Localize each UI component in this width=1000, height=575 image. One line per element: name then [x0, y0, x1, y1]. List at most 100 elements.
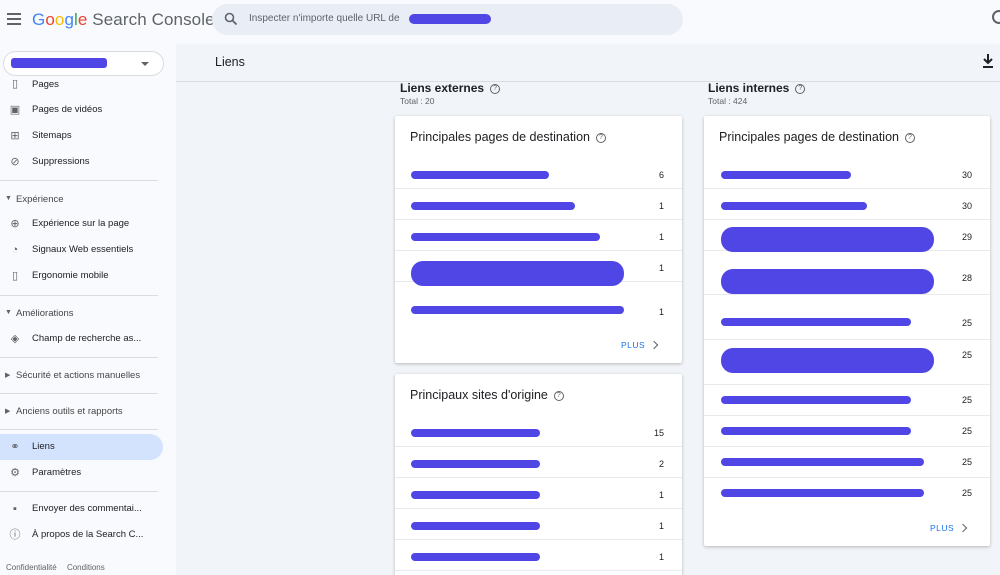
table-row[interactable]: 25: [704, 295, 990, 340]
sidebar-item-about[interactable]: ⓘ À propos de la Search C...: [0, 522, 176, 548]
external-links-total: Total : 20: [400, 96, 435, 106]
redacted-url: [721, 427, 911, 435]
terms-link[interactable]: Conditions: [67, 563, 105, 572]
privacy-link[interactable]: Confidentialité: [6, 563, 57, 572]
help-icon[interactable]: ?: [795, 83, 806, 94]
card-title: Principaux sites d'origine?: [410, 388, 564, 402]
table-row[interactable]: 25: [704, 340, 990, 385]
download-icon[interactable]: [982, 53, 994, 69]
pages-icon: ▯: [11, 78, 19, 90]
redacted-site: [411, 522, 540, 530]
link-count: 25: [961, 488, 972, 498]
caret-right-icon: ▶: [5, 372, 11, 379]
app-logo[interactable]: Google Search Console: [32, 10, 215, 30]
sidebar-item-settings[interactable]: ⚙ Paramètres: [0, 460, 176, 486]
logo-letter: g: [64, 10, 75, 29]
section-legacy-tools[interactable]: ▶ Anciens outils et rapports: [0, 400, 176, 422]
sidebar-item-page-experience[interactable]: ⊕ Expérience sur la page: [0, 211, 176, 237]
help-icon[interactable]: ?: [553, 390, 564, 401]
sidebar-item-core-web-vitals[interactable]: ◔ Signaux Web essentiels: [0, 237, 176, 263]
section-label: Expérience: [16, 194, 64, 205]
redacted-url: [721, 489, 924, 497]
chevron-right-icon[interactable]: [649, 340, 659, 350]
sidebar-item-removals[interactable]: ⊘ Suppressions: [0, 149, 176, 175]
table-row[interactable]: 1: [395, 220, 682, 251]
sidebar-item-links[interactable]: ⚭ Liens: [0, 434, 163, 460]
section-enhancements[interactable]: ▼ Améliorations: [0, 302, 176, 324]
sidebar-item-sitelinks-searchbox[interactable]: ◈ Champ de recherche as...: [0, 326, 176, 352]
help-icon[interactable]: ?: [904, 132, 915, 143]
table-row[interactable]: 1: [395, 478, 682, 509]
section-experience[interactable]: ▼ Expérience: [0, 188, 176, 210]
link-count: 1: [658, 263, 664, 273]
redacted-url: [411, 233, 600, 241]
more-link[interactable]: PLUS: [621, 340, 645, 350]
search-icon: [224, 12, 238, 26]
sidebar-item-mobile-usability[interactable]: ▯ Ergonomie mobile: [0, 263, 176, 289]
table-row[interactable]: 2: [395, 447, 682, 478]
more-link[interactable]: PLUS: [930, 523, 954, 533]
sidebar-item-label: Pages de vidéos: [32, 104, 103, 115]
card-title-text: Principales pages de destination: [719, 130, 899, 144]
redacted-url: [721, 202, 867, 210]
chevron-right-icon[interactable]: [958, 523, 968, 533]
sidebar-item-pages[interactable]: ▯ Pages: [0, 77, 176, 93]
redacted-url: [721, 348, 934, 373]
property-selector[interactable]: [3, 51, 164, 76]
help-icon[interactable]: ?: [595, 132, 606, 143]
link-count: 1: [658, 232, 664, 242]
logo-letter: G: [32, 10, 46, 29]
table-row[interactable]: 1: [395, 251, 682, 286]
table-row[interactable]: 1: [395, 189, 682, 220]
table-row[interactable]: 1: [395, 282, 682, 327]
table-row[interactable]: 29: [704, 220, 990, 252]
table-row[interactable]: 1: [395, 540, 682, 571]
redacted-url: [721, 269, 934, 294]
sidebar-item-label: Envoyer des commentai...: [32, 503, 142, 514]
table-row[interactable]: 25: [704, 478, 990, 509]
sidebar-item-sitemaps[interactable]: ⊞ Sitemaps: [0, 123, 176, 149]
redacted-property: [11, 58, 107, 68]
table-row[interactable]: 25: [704, 447, 990, 478]
mobile-icon: ▯: [11, 270, 19, 282]
link-count: 25: [961, 457, 972, 467]
table-row[interactable]: 6: [395, 158, 682, 189]
table-row[interactable]: 15: [395, 416, 682, 447]
url-inspection-search[interactable]: Inspecter n'importe quelle URL de: [212, 4, 683, 35]
section-security[interactable]: ▶ Sécurité et actions manuelles: [0, 364, 176, 386]
table-row[interactable]: 30: [704, 158, 990, 189]
sidebar-item-feedback[interactable]: ▪ Envoyer des commentai...: [0, 496, 176, 522]
links-icon: ⚭: [10, 441, 20, 453]
redacted-url: [721, 318, 911, 326]
table-row[interactable]: 1: [395, 509, 682, 540]
caret-right-icon: ▶: [5, 408, 11, 415]
sidebar-item-label: Pages: [32, 79, 59, 90]
internal-top-pages-card: Principales pages de destination? 30 30 …: [704, 116, 990, 546]
logo-product-name: Search Console: [87, 10, 215, 29]
sidebar-item-video-pages[interactable]: ▣ Pages de vidéos: [0, 97, 176, 123]
table-row[interactable]: 25: [704, 416, 990, 447]
sidebar-item-label: Champ de recherche as...: [32, 333, 142, 344]
table-row[interactable]: 30: [704, 189, 990, 220]
heading-text: Liens externes: [400, 81, 485, 95]
link-count: 30: [961, 170, 972, 180]
sidebar-item-label: Paramètres: [32, 467, 82, 478]
internal-links-total: Total : 424: [708, 96, 748, 106]
external-top-sites-card: Principaux sites d'origine? 15 2 1 1 1: [395, 374, 682, 575]
heading-text: Liens internes: [708, 81, 790, 95]
redacted-url: [721, 171, 851, 179]
table-row[interactable]: 25: [704, 385, 990, 416]
layers-icon: ◈: [10, 333, 20, 345]
link-count: 2: [658, 459, 664, 469]
sidebar-item-label: Suppressions: [32, 156, 90, 167]
page-experience-icon: ⊕: [10, 218, 20, 230]
redacted-url: [411, 202, 575, 210]
help-icon[interactable]: [992, 10, 1000, 24]
table-row[interactable]: 28: [704, 251, 990, 295]
logo-letter: o: [45, 10, 55, 29]
footer-links: Confidentialité Conditions: [6, 563, 113, 572]
external-top-pages-card: Principales pages de destination? 6 1 1 …: [395, 116, 682, 363]
menu-icon[interactable]: [7, 13, 21, 25]
help-icon[interactable]: ?: [490, 83, 501, 94]
page-title: Liens: [215, 55, 245, 69]
